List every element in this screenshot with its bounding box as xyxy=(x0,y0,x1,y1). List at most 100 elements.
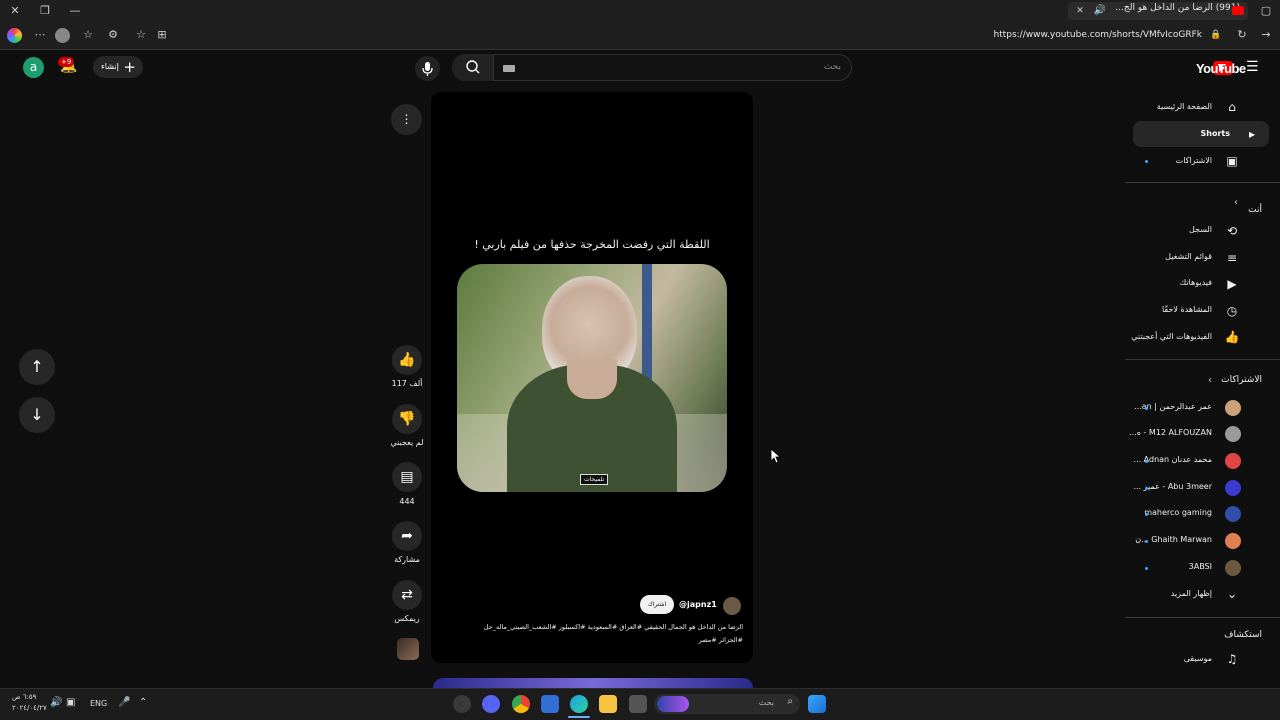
close-tab-icon[interactable]: ✕ xyxy=(1072,3,1088,19)
short-hashtags[interactable]: #الجزائر #مصر xyxy=(443,636,743,644)
search-button[interactable] xyxy=(452,54,494,81)
discord-icon[interactable] xyxy=(482,695,500,713)
hamburger-menu-icon[interactable]: ☰ xyxy=(1246,59,1259,75)
previous-short-button[interactable]: ↑ xyxy=(19,349,55,385)
file-explorer-icon[interactable] xyxy=(599,695,617,713)
keyboard-icon[interactable] xyxy=(503,65,515,72)
add-favorite-icon[interactable]: ☆ xyxy=(133,27,149,43)
mic-tray-icon[interactable]: 🎤 xyxy=(118,697,130,708)
address-bar[interactable]: https://www.youtube.com/shorts/VMfvIcoGR… xyxy=(993,30,1202,40)
sidebar-item-home[interactable]: ⌂ الصفحة الرئيسية xyxy=(1115,94,1260,120)
clock-date[interactable]: ٢٠٢٤/٠٤/٢٧ xyxy=(12,704,47,712)
volume-icon[interactable]: 🔊 xyxy=(50,697,62,708)
audio-icon[interactable]: 🔊 xyxy=(1092,3,1108,19)
extensions-icon[interactable]: ⚙ xyxy=(105,27,121,43)
network-icon[interactable]: ▣ xyxy=(66,697,75,708)
microphone-icon xyxy=(422,62,433,76)
store-icon[interactable] xyxy=(541,695,559,713)
remix-button[interactable]: ⇄ xyxy=(392,580,422,610)
channel-avatar xyxy=(1225,480,1241,496)
next-short-preview[interactable] xyxy=(433,678,753,688)
search-input[interactable]: بحث xyxy=(452,54,852,81)
sidebar-sub-item[interactable]: عمر عبدالرحمن | an... xyxy=(1115,395,1260,421)
sidebar-sub-item[interactable]: 3ABSI xyxy=(1115,555,1260,581)
comment-count: 444 xyxy=(399,497,415,506)
refresh-icon[interactable]: ↻ xyxy=(1234,27,1250,43)
sidebar-item-history[interactable]: ⟲ السجل xyxy=(1115,218,1260,244)
sidebar-item-your-videos[interactable]: ▶ فيديوهاتك xyxy=(1115,271,1260,297)
taskbar-search-input[interactable]: بحث ⌕ xyxy=(654,694,800,714)
channel-avatar[interactable] xyxy=(723,597,741,615)
favorites-bar-icon[interactable]: ☆ xyxy=(80,27,96,43)
video-frame-image xyxy=(457,264,727,492)
sidebar-sub-item[interactable]: maherco gaming xyxy=(1115,501,1260,527)
sidebar-item-playlists[interactable]: ≡ قوائم التشغيل xyxy=(1115,245,1260,271)
next-short-button[interactable]: ↓ xyxy=(19,397,55,433)
voice-search-button[interactable] xyxy=(415,56,440,81)
sidebar-you-header[interactable]: أنت xyxy=(1248,197,1262,216)
sidebar-sub-item[interactable]: Ghaith Marwan ...ن xyxy=(1115,528,1260,554)
create-button[interactable]: + إنشاء xyxy=(93,56,143,78)
youtube-favicon-icon xyxy=(1232,6,1244,15)
dislike-label: لم يعجبني xyxy=(390,438,424,447)
more-menu-icon[interactable]: ⋯ xyxy=(32,27,48,43)
comments-button[interactable]: ▤ xyxy=(392,462,422,492)
tab-actions-icon[interactable]: ▢ xyxy=(1258,3,1274,19)
share-icon: ➦ xyxy=(401,528,413,544)
comment-icon: ▤ xyxy=(400,469,414,485)
forward-icon[interactable]: → xyxy=(1258,27,1274,43)
sidebar-item-liked-videos[interactable]: 👍 الفيديوهات التي أعجبتني xyxy=(1115,324,1260,350)
chevron-right-icon: ‹ xyxy=(1234,197,1238,208)
your-videos-icon: ▶ xyxy=(1227,277,1237,291)
windows-start-icon[interactable] xyxy=(808,695,826,713)
split-screen-icon[interactable]: ⊞ xyxy=(154,27,170,43)
close-window-icon[interactable]: ✕ xyxy=(7,3,23,19)
sidebar-sub-item[interactable]: M12 ALFOUZAN - ه... xyxy=(1115,421,1260,447)
share-button[interactable]: ➦ xyxy=(392,521,422,551)
short-description: الرضا من الداخل هو الجمال الحقيقي #العرا… xyxy=(483,623,743,631)
task-view-icon[interactable] xyxy=(629,695,647,713)
new-content-dot xyxy=(1145,540,1148,543)
sidebar-sub-item[interactable]: Abu 3meer - عمير ... xyxy=(1115,475,1260,501)
sidebar-divider xyxy=(1125,182,1280,183)
sidebar-sub-item[interactable]: محمد عدنان Adnan ... xyxy=(1115,448,1260,474)
arrow-up-icon: ↑ xyxy=(30,357,44,376)
sidebar-item-music[interactable]: ♫ موسيقى xyxy=(1115,646,1260,672)
clock-time[interactable]: ٦:٥٩ ص xyxy=(12,693,36,701)
copilot-icon[interactable] xyxy=(7,28,22,43)
subscribe-button[interactable]: اشتراك xyxy=(640,595,674,614)
search-icon xyxy=(466,60,480,74)
sidebar-explore-header: استكشاف xyxy=(1224,630,1262,640)
sidebar-subscriptions-header[interactable]: الاشتراكات xyxy=(1221,375,1262,385)
plus-icon: + xyxy=(123,58,136,76)
minimize-window-icon[interactable]: — xyxy=(67,3,83,19)
app-icon[interactable] xyxy=(453,695,471,713)
like-button[interactable]: 👍 xyxy=(392,345,422,375)
channel-handle[interactable]: @japnz1 xyxy=(679,600,717,609)
chevron-right-icon: ‹ xyxy=(1208,375,1212,386)
channel-avatar xyxy=(1225,506,1241,522)
more-options-icon[interactable]: ⋮ xyxy=(391,104,422,135)
language-indicator[interactable]: ENG xyxy=(90,699,107,708)
browser-titlebar: ✕ ❐ — + ✕ 🔊 (991) الرضا من الداخل هو الج… xyxy=(0,0,1280,22)
new-content-dot xyxy=(1145,160,1148,163)
dislike-button[interactable]: 👎 xyxy=(392,404,422,434)
chevron-up-icon[interactable]: ⌃ xyxy=(139,697,147,708)
channel-avatar xyxy=(1225,533,1241,549)
sidebar-show-more[interactable]: ⌄ إظهار المزيد xyxy=(1115,581,1260,607)
channel-avatar xyxy=(1225,560,1241,576)
avatar[interactable]: a xyxy=(23,57,44,78)
profile-icon[interactable] xyxy=(55,28,70,43)
sidebar-item-subscriptions[interactable]: ▣ الاشتراكات xyxy=(1115,148,1260,174)
tab-title: (991) الرضا من الداخل هو الج... xyxy=(1115,3,1240,13)
sound-thumbnail[interactable] xyxy=(397,638,419,660)
edge-icon[interactable] xyxy=(570,695,588,713)
sidebar-item-shorts[interactable]: ▸ Shorts xyxy=(1133,121,1269,147)
restore-window-icon[interactable]: ❐ xyxy=(37,3,53,19)
short-video-player[interactable]: اللقطة التي رفضت المخرجة حذفها من فيلم ب… xyxy=(431,92,753,663)
chrome-icon[interactable] xyxy=(512,695,530,713)
sidebar-item-watch-later[interactable]: ◷ المشاهدة لاحقًا xyxy=(1115,298,1260,324)
search-placeholder: بحث xyxy=(823,62,841,72)
lock-icon[interactable]: 🔒 xyxy=(1208,27,1224,43)
browser-toolbar: ⋯ ☆ ⚙ ☆ ⊞ https://www.youtube.com/shorts… xyxy=(0,22,1280,50)
